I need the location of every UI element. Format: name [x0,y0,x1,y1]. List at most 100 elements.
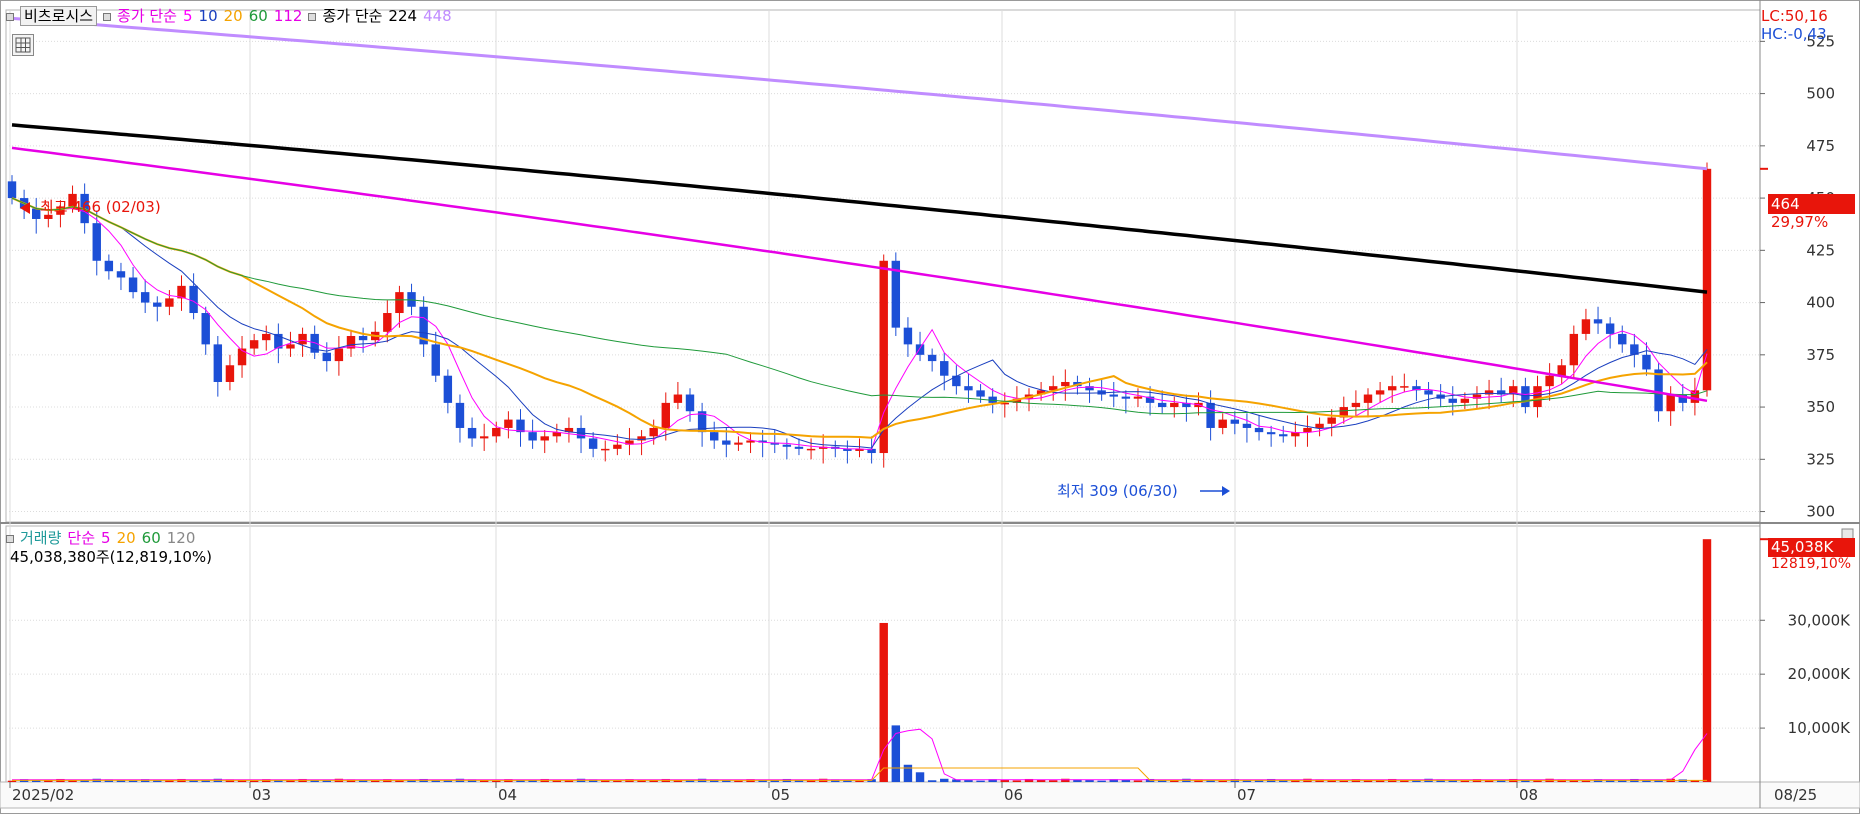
volume-bar [249,780,259,782]
candle-body [322,352,331,362]
candle-body [528,432,537,441]
candle-body [1230,419,1240,424]
candle-body [1303,427,1312,433]
ma-period-224: 224 [388,7,418,25]
price-tick-label-475: 475 [1806,137,1835,155]
volume-bar [1049,780,1058,782]
candle-body [1254,427,1264,433]
candle-body [588,438,598,449]
legend-toggle-icon[interactable] [6,534,14,543]
candle-body [1581,319,1591,334]
volume-tick-label-20,000K: 20,000K [1788,665,1851,683]
volume-bar [964,780,973,782]
candle-body [1206,402,1215,428]
candle-body [1424,390,1433,395]
candle-body [189,285,198,314]
candle-body [1521,386,1530,408]
candle-body [1460,398,1470,403]
candle-body [443,375,453,403]
candle-body [492,427,501,437]
stock-chart-window: 3003253503754004254504755005252025/02030… [0,0,1860,814]
volume-bar [7,780,17,782]
volume-bar [976,780,985,782]
candle-body [1327,417,1336,424]
stock-name-button[interactable]: 비츠로시스 [20,6,98,26]
candle-body [540,436,549,441]
grid-toggle-icon[interactable] [12,34,34,56]
x-tick-label-04: 04 [498,786,517,804]
candle-body [7,181,17,199]
candle-body [976,390,985,397]
price-tick-label-400: 400 [1806,294,1835,312]
legend-toggle-icon[interactable] [103,12,112,21]
candle-body [1666,394,1675,412]
high-annotation: 최고 466 (02/03) [40,198,161,216]
candle-body [794,446,804,449]
candle-body [1388,386,1397,391]
candle-body [395,292,404,314]
candle-body [153,302,162,307]
x-tick-label-05: 05 [771,786,790,804]
candle-body [1363,394,1373,403]
candle-body [1351,402,1361,408]
x-tick-label-08: 08 [1519,786,1538,804]
candle-body [879,260,888,454]
chart-canvas[interactable]: 3003253503754004254504755005252025/02030… [0,0,1860,814]
candle-body [431,344,440,376]
ma-period-112: 112 [273,7,303,25]
volume-bar [1218,780,1227,782]
x-tick-label-06: 06 [1004,786,1023,804]
candle-body [601,448,610,451]
candle-body [128,277,138,293]
candle-body [467,427,477,439]
candle-body [358,336,368,341]
candle-body [613,444,622,449]
candle-body [1605,323,1615,334]
volume-ma-60: 60 [141,529,161,547]
candle-body [1593,319,1603,324]
candle-body [685,394,695,412]
volume-bar [903,764,913,782]
candle-body [1157,402,1167,408]
volume-ma-120: 120 [166,529,196,547]
candle-body [710,432,719,441]
candle-body [673,394,683,403]
candle-body [649,427,658,437]
volume-bar [915,772,925,782]
candle-body [1654,369,1663,412]
volume-bar [1339,780,1348,782]
legend-toggle-icon[interactable] [6,12,14,21]
legend-toggle-icon[interactable] [308,12,317,21]
candle-body [940,361,949,376]
candle-body [201,313,210,345]
candle-body [964,386,973,391]
candle-body [1218,419,1227,428]
candle-body [249,340,259,349]
candle-body [661,402,670,428]
candle-body [1133,396,1143,399]
candle-body [298,333,307,345]
volume-bar [940,778,949,782]
x-tick-label-03: 03 [252,786,271,804]
volume-bar [1012,780,1022,782]
ma-period-20: 20 [223,7,243,25]
candle-body [383,313,392,332]
ma-period-10: 10 [198,7,218,25]
volume-ma-20: 20 [116,529,136,547]
candle-body [952,375,961,387]
candle-body [455,402,465,428]
hc-readout: HC:-0,43 [1761,25,1827,43]
volume-bar [734,780,743,782]
candle-body [722,440,731,445]
candle-body [1702,168,1712,391]
lc-readout: LC:50,16 [1761,7,1828,25]
volume-bar [1133,780,1143,782]
volume-bar [1581,780,1591,782]
candle-body [734,442,743,445]
ma-period-448: 448 [423,7,452,25]
candle-body [286,344,295,349]
volume-current-badge: 45,038K [1768,538,1855,557]
price-current-badge: 464 [1768,194,1855,214]
volume-bar [1085,780,1094,782]
candle-body [1533,386,1542,408]
